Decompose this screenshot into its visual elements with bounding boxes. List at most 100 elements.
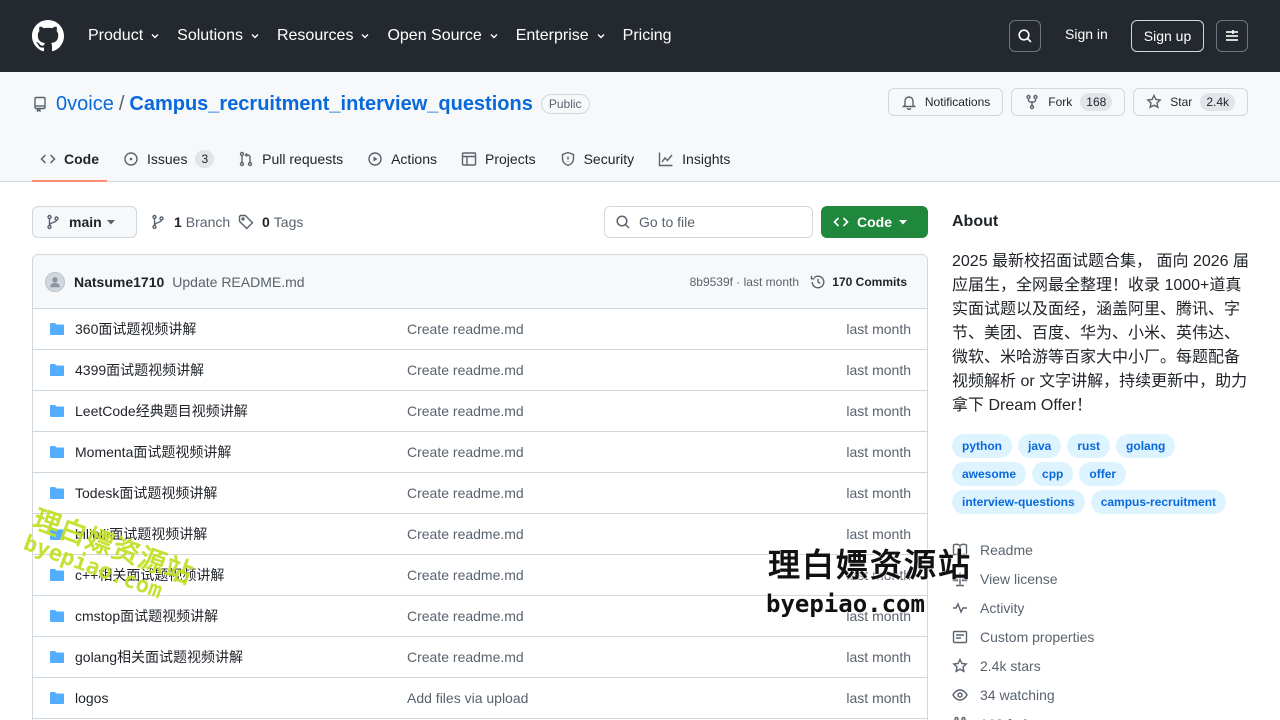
star-button[interactable]: Star 2.4k: [1133, 88, 1248, 116]
tab-label: Actions: [391, 151, 438, 167]
tab-projects[interactable]: Projects: [453, 136, 544, 182]
sign-up-button[interactable]: Sign up: [1131, 20, 1204, 52]
nav-item-label: Enterprise: [515, 27, 589, 44]
tab-issues[interactable]: Issues 3: [115, 136, 222, 182]
file-commit-message[interactable]: Create readme.md: [407, 567, 524, 583]
topic-tag[interactable]: awesome: [952, 462, 1027, 486]
commit-hash-time[interactable]: 8b9539f · last month: [690, 275, 799, 289]
topic-tag[interactable]: python: [952, 434, 1012, 458]
about-link-label: 168 forks: [980, 716, 1038, 720]
commits-history-link[interactable]: 170 Commits: [810, 274, 907, 290]
tag-label: Tags: [273, 214, 304, 230]
file-name-link[interactable]: cmstop面试题视频讲解: [75, 606, 218, 626]
about-link-book[interactable]: Readme: [952, 535, 1094, 564]
about-heading: About: [952, 213, 999, 230]
menu-button[interactable]: [1216, 20, 1248, 52]
file-commit-message[interactable]: Create readme.md: [407, 321, 524, 337]
topic-tag[interactable]: golang: [1116, 434, 1176, 458]
tab-pull-requests[interactable]: Pull requests: [230, 136, 351, 182]
about-link-law[interactable]: View license: [952, 564, 1094, 593]
notifications-button[interactable]: Notifications: [887, 88, 1004, 116]
folder-icon: [50, 692, 64, 704]
file-commit-message[interactable]: Create readme.md: [407, 362, 524, 378]
file-commit-message[interactable]: Create readme.md: [407, 485, 524, 501]
chevron-down-icon: [597, 34, 605, 39]
about-link-star[interactable]: 2.4k stars: [952, 651, 1094, 680]
nav-item-pricing[interactable]: Pricing: [623, 27, 672, 45]
graph-icon: [658, 152, 673, 167]
file-commit-message[interactable]: Create readme.md: [407, 403, 524, 419]
chevron-down-icon: [251, 34, 259, 39]
topic-tag[interactable]: campus-recruitment: [1090, 490, 1227, 514]
file-name-link[interactable]: Momenta面试题视频讲解: [75, 442, 231, 462]
file-name-link[interactable]: Todesk面试题视频讲解: [75, 483, 217, 503]
folder-icon: [50, 446, 64, 458]
file-commit-message[interactable]: Add files via upload: [407, 690, 528, 706]
avatar[interactable]: [45, 271, 65, 292]
repo-separator: /: [118, 92, 125, 115]
file-name-link[interactable]: LeetCode经典题目视频讲解: [75, 401, 248, 421]
file-commit-message[interactable]: Create readme.md: [407, 526, 524, 542]
tags-link[interactable]: 0 Tags: [238, 214, 303, 230]
file-commit-message[interactable]: Create readme.md: [407, 608, 524, 624]
about-link-note[interactable]: Custom properties: [952, 622, 1094, 651]
commit-message[interactable]: Update README.md: [172, 274, 304, 290]
github-logo-icon[interactable]: [32, 20, 64, 52]
topic-tag[interactable]: cpp: [1032, 462, 1074, 486]
about-link-label: 2.4k stars: [980, 657, 1041, 674]
file-name-link[interactable]: 360面试题视频讲解: [75, 319, 196, 339]
file-name-link[interactable]: 4399面试题视频讲解: [75, 360, 204, 380]
about-link-eye[interactable]: 34 watching: [952, 680, 1094, 709]
about-link-fork[interactable]: 168 forks: [952, 709, 1094, 720]
notifications-label: Notifications: [924, 95, 991, 109]
user-icon: [50, 276, 60, 287]
about-link-label: Readme: [980, 541, 1033, 558]
go-to-file-input[interactable]: Go to file: [604, 206, 813, 238]
nav-item-enterprise[interactable]: Enterprise: [516, 27, 607, 45]
nav-item-resources[interactable]: Resources: [277, 27, 371, 45]
nav-item-solutions[interactable]: Solutions: [177, 27, 261, 45]
file-name-link[interactable]: logos: [75, 690, 108, 706]
repo-actions: Notifications Fork 168 Star 2.4k: [880, 88, 1248, 116]
code-icon: [833, 217, 849, 227]
sign-in-link[interactable]: Sign in: [1065, 26, 1108, 42]
nav-item-product[interactable]: Product: [88, 27, 161, 45]
topic-tag[interactable]: interview-questions: [952, 490, 1085, 514]
nav-item-open-source[interactable]: Open Source: [387, 27, 499, 45]
about-link-label: View license: [980, 570, 1058, 587]
branches-link[interactable]: 1 Branch: [150, 214, 230, 230]
code-button[interactable]: Code: [821, 206, 928, 238]
branch-select-button[interactable]: main: [32, 206, 137, 238]
watermark-text-center: 理白嫖资源站: [768, 546, 973, 584]
file-commit-message[interactable]: Create readme.md: [407, 444, 524, 460]
fork-button[interactable]: Fork 168: [1011, 88, 1126, 116]
table-row: Momenta面试题视频讲解 Create readme.md last month: [33, 432, 927, 473]
repo-owner-link[interactable]: 0voice: [56, 93, 114, 116]
tab-insights[interactable]: Insights: [650, 136, 738, 182]
nav-item-label: Solutions: [177, 27, 243, 44]
repo-name-link[interactable]: Campus_recruitment_interview_questions: [129, 93, 532, 116]
search-button[interactable]: [1009, 20, 1041, 52]
file-name-link[interactable]: golang相关面试题视频讲解: [75, 647, 243, 667]
topic-tag[interactable]: rust: [1067, 434, 1111, 458]
table-row: golang相关面试题视频讲解 Create readme.md last mont…: [33, 637, 927, 678]
file-commit-time: last month: [846, 690, 911, 706]
tab-security[interactable]: Security: [552, 136, 643, 182]
tab-actions[interactable]: Actions: [359, 136, 445, 182]
file-browser: Natsume1710 Update README.md 8b9539f · l…: [32, 254, 928, 720]
about-link-pulse[interactable]: Activity: [952, 593, 1094, 622]
commit-author[interactable]: Natsume1710: [74, 274, 164, 290]
table-row: Todesk面试题视频讲解 Create readme.md last month: [33, 473, 927, 514]
fork-icon: [1026, 94, 1038, 110]
tab-code[interactable]: Code: [32, 136, 107, 182]
folder-icon: [50, 323, 64, 335]
star-label: Star: [1170, 95, 1193, 109]
tab-label: Code: [64, 151, 99, 167]
about-link-label: Activity: [980, 599, 1025, 616]
chevron-down-icon: [490, 34, 498, 39]
topic-tag[interactable]: offer: [1079, 462, 1127, 486]
code-button-label: Code: [857, 214, 892, 230]
branch-name: main: [69, 214, 102, 230]
topic-tag[interactable]: java: [1018, 434, 1062, 458]
file-commit-message[interactable]: Create readme.md: [407, 649, 524, 665]
